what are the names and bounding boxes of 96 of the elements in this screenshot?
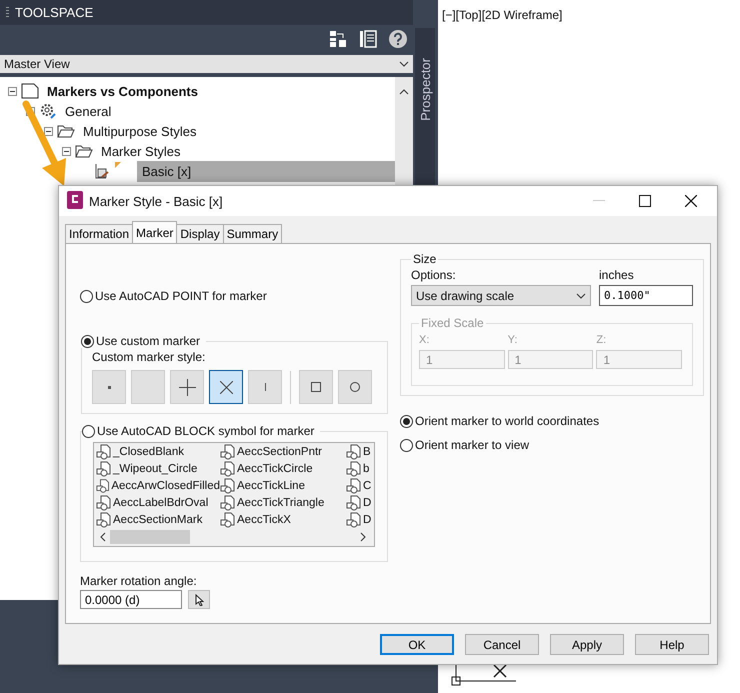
size-input[interactable]: 0.1000" — [599, 285, 693, 306]
maximize-icon[interactable] — [639, 195, 651, 207]
block-icon — [96, 460, 112, 476]
list-item[interactable]: AeccTickTriangle — [237, 496, 324, 508]
gear-icon — [39, 102, 57, 120]
tick-icon — [264, 383, 266, 391]
list-item[interactable]: AeccArwClosedFilled — [111, 480, 220, 492]
list-item[interactable]: AeccLabelBdrOval — [113, 496, 208, 508]
list-item[interactable]: C — [363, 480, 372, 492]
document-icon — [21, 83, 39, 99]
tree-item[interactable]: Multipurpose Styles — [79, 122, 200, 140]
block-icon — [96, 512, 112, 528]
collapse-toggle-icon[interactable] — [62, 146, 71, 156]
list-item[interactable]: D — [363, 514, 372, 526]
radio-button[interactable] — [400, 414, 413, 428]
list-item[interactable]: B — [363, 446, 371, 458]
viewport-label[interactable]: [−][Top][2D Wireframe] — [442, 8, 562, 22]
chevron-down-icon — [399, 61, 409, 67]
list-item[interactable]: D — [363, 496, 372, 508]
collapse-toggle-icon[interactable] — [8, 86, 17, 96]
field-label: Y: — [508, 334, 518, 346]
help-icon[interactable] — [389, 30, 407, 48]
tab[interactable]: Information — [65, 224, 134, 243]
field-label: inches — [599, 268, 635, 282]
collapse-toggle-icon[interactable] — [44, 126, 53, 136]
group-title: Size — [412, 252, 438, 266]
list-item[interactable]: AeccTickX — [237, 514, 291, 526]
list-item[interactable]: _Wipeout_Circle — [113, 462, 198, 474]
dialog-button[interactable]: Help — [635, 634, 709, 655]
tab[interactable]: Display — [176, 224, 224, 243]
folder-icon — [75, 144, 93, 158]
list-item[interactable]: AeccTickCircle — [237, 462, 313, 474]
scroll-up-icon[interactable] — [399, 89, 409, 95]
dialog-button[interactable]: Cancel — [465, 634, 539, 655]
radio-label[interactable]: Use custom marker — [96, 334, 200, 348]
radio-label[interactable]: Use AutoCAD POINT for marker — [95, 289, 267, 303]
block-icon — [96, 494, 112, 510]
tree-item[interactable]: Marker Styles — [97, 142, 184, 160]
dialog-button[interactable]: OK — [380, 634, 454, 655]
block-icon — [220, 494, 236, 510]
panel-icon[interactable] — [359, 30, 377, 48]
radio-button[interactable] — [81, 334, 94, 348]
block-icon — [346, 444, 362, 460]
options-dropdown[interactable]: Use drawing scale — [411, 285, 591, 306]
dialog-button[interactable]: Apply — [550, 634, 624, 655]
field-label: Marker rotation angle: — [80, 574, 198, 588]
field-label: Options: — [411, 268, 457, 282]
list-item[interactable]: AeccSectionMark — [113, 514, 202, 526]
field-label: Z: — [596, 334, 608, 346]
block-icon — [346, 460, 362, 476]
block-icon — [220, 460, 236, 476]
marker-toggle[interactable] — [209, 370, 243, 404]
folder-icon — [57, 124, 75, 138]
tab[interactable]: Marker — [132, 221, 178, 243]
field-label: Custom marker style: — [92, 350, 206, 364]
square-icon — [311, 382, 321, 392]
close-icon[interactable] — [685, 195, 697, 207]
angle-input[interactable]: 0.0000 (d) — [80, 590, 182, 609]
block-icon — [346, 512, 362, 528]
block-icon — [220, 444, 236, 460]
radio-label[interactable]: Orient marker to world coordinates — [415, 414, 600, 428]
block-icon — [220, 512, 236, 528]
block-icon — [96, 478, 110, 494]
view-dropdown[interactable]: Master View — [0, 55, 413, 73]
tree-item[interactable]: General — [61, 102, 116, 120]
list-item[interactable]: AeccTickLine — [237, 480, 305, 492]
scroll-right-icon[interactable] — [360, 532, 366, 542]
pick-button[interactable] — [188, 590, 210, 609]
block-icon — [346, 478, 362, 494]
plus-icon — [178, 378, 196, 396]
cursor-icon — [194, 594, 204, 606]
radio-button[interactable] — [400, 438, 413, 452]
block-icon — [96, 444, 112, 460]
chevron-down-icon — [576, 292, 586, 298]
field-label: X: — [419, 334, 430, 346]
tree-item[interactable]: Markers vs Components — [43, 82, 202, 100]
list-item[interactable]: _ClosedBlank — [113, 446, 184, 458]
radio-button[interactable] — [80, 290, 93, 302]
group-title: Fixed Scale — [420, 316, 485, 330]
circle-icon — [350, 382, 360, 392]
radio-label[interactable]: Orient marker to view — [415, 438, 530, 452]
scroll-left-icon[interactable] — [100, 532, 106, 542]
grip-icon[interactable] — [6, 7, 9, 18]
tree-view-icon[interactable] — [329, 30, 347, 48]
app-icon — [67, 190, 83, 212]
cross-icon — [220, 380, 232, 394]
block-icon — [346, 494, 362, 510]
list-item[interactable]: AeccSectionPntr — [237, 446, 322, 458]
tab[interactable]: Summary — [222, 224, 282, 243]
dialog-title: Marker Style - Basic [x] — [89, 194, 224, 208]
radio-label[interactable]: Use AutoCAD BLOCK symbol for marker — [97, 424, 314, 438]
panel-title: TOOLSPACE — [15, 5, 94, 20]
radio-button[interactable] — [82, 424, 95, 438]
tree-item[interactable]: Basic [x] — [137, 160, 395, 182]
list-item[interactable]: b — [363, 462, 370, 474]
block-icon — [220, 478, 236, 494]
